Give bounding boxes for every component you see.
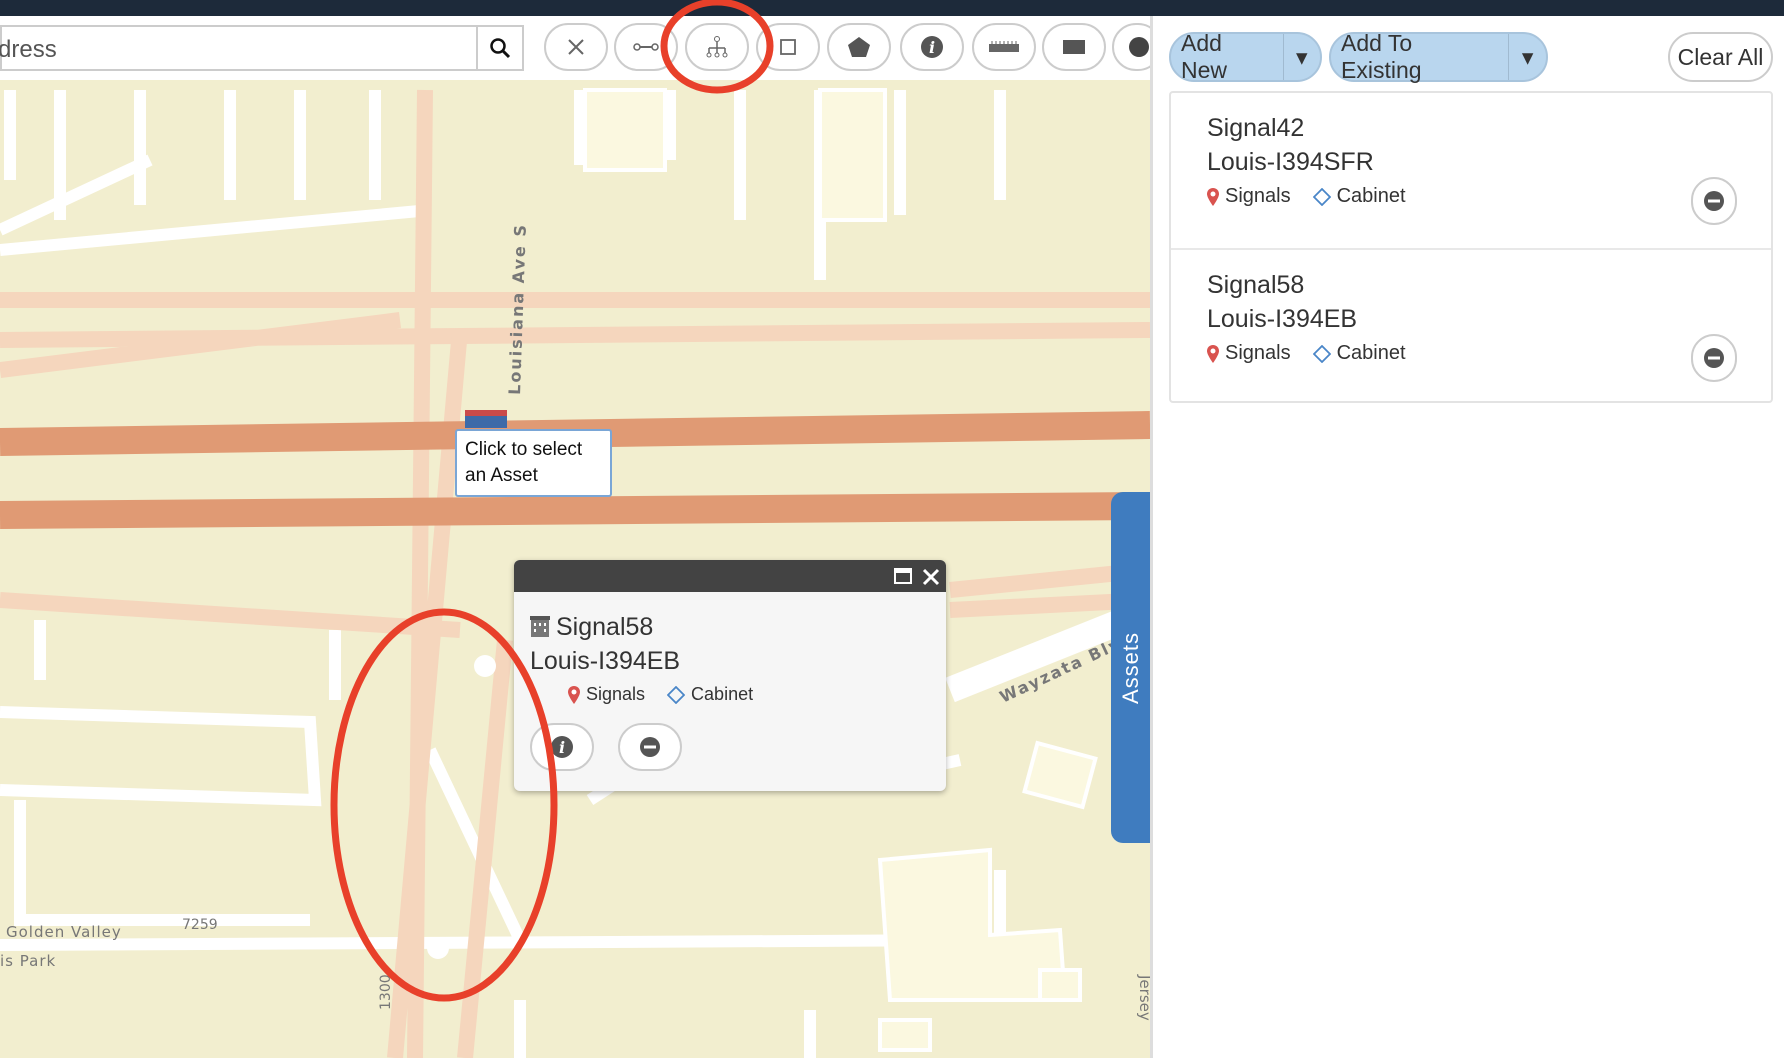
list-item[interactable]: Signal42 Louis-I394SFR Signals Cabinet: [1171, 93, 1771, 248]
remove-asset-button[interactable]: [618, 723, 682, 771]
clear-all-button[interactable]: Clear All: [1668, 32, 1773, 82]
tag-icon: [1312, 344, 1331, 363]
asset-name: Signal58: [1207, 271, 1305, 299]
minus-circle-icon: [1704, 191, 1724, 211]
popup-header: [514, 560, 946, 592]
network-tree-icon: [706, 36, 728, 58]
asset-layer: Signals: [1225, 342, 1291, 364]
asset-name: Signal42: [1207, 114, 1305, 142]
network-trace-tool-button[interactable]: [685, 23, 749, 71]
info-icon: i: [921, 36, 943, 58]
address-search-input[interactable]: dress: [0, 25, 478, 71]
popup-asset-location: Louis-I394EB: [530, 647, 681, 675]
asset-info-button[interactable]: i: [530, 723, 594, 771]
search-icon: [490, 38, 511, 59]
asset-layer: Signals: [1225, 185, 1291, 207]
filled-rectangle-icon: [1063, 40, 1085, 54]
svg-text:i: i: [559, 738, 565, 757]
close-icon[interactable]: [922, 568, 940, 586]
svg-text:i: i: [929, 38, 935, 57]
area-label: is Park: [0, 952, 56, 970]
ruler-icon: [989, 41, 1019, 52]
add-to-existing-split-button[interactable]: Add To Existing ▾: [1329, 30, 1548, 84]
asset-location: Louis-I394EB: [1207, 305, 1358, 333]
circle-icon: [1129, 37, 1149, 57]
fill-rectangle-tool-button[interactable]: [1042, 23, 1106, 71]
address-label: 1300: [378, 974, 394, 1010]
map-pin-icon: [568, 685, 580, 704]
vertex-handle[interactable]: [474, 655, 496, 677]
identify-tool-button[interactable]: i: [900, 23, 964, 71]
rectangle-select-tool-button[interactable]: [756, 23, 820, 71]
tag-icon: [667, 685, 686, 704]
add-new-split-button[interactable]: Add New ▾: [1169, 30, 1322, 84]
polygon-select-tool-button[interactable]: [827, 23, 891, 71]
asset-type: Cabinet: [1336, 342, 1406, 364]
line-connector-icon: [633, 43, 659, 51]
map-pin-icon: [1207, 187, 1219, 206]
remove-asset-button[interactable]: [1691, 177, 1737, 225]
clear-selection-tool-button[interactable]: [544, 23, 608, 71]
remove-asset-button[interactable]: [1691, 334, 1737, 382]
maximize-icon[interactable]: [894, 568, 912, 584]
select-asset-tooltip: Click to select an Asset: [455, 429, 612, 497]
top-bar: [0, 0, 1784, 16]
caret-down-icon[interactable]: ▾: [1508, 34, 1546, 80]
line-tool-button[interactable]: [614, 23, 678, 71]
popup-layer: Signals: [586, 684, 646, 704]
info-icon: i: [551, 736, 573, 758]
measure-tool-button[interactable]: [972, 23, 1036, 71]
map-pin-icon: [1207, 344, 1219, 363]
popup-asset-name: Signal58: [556, 613, 654, 641]
minus-circle-icon: [640, 737, 660, 757]
asset-list: Signal42 Louis-I394SFR Signals Cabinet Si…: [1169, 91, 1773, 403]
add-new-button[interactable]: Add New: [1171, 30, 1283, 84]
street-label: Jersey: [1136, 974, 1150, 1021]
building-icon: [530, 616, 550, 637]
area-label: Golden Valley: [6, 923, 122, 941]
caret-down-icon[interactable]: ▾: [1282, 34, 1320, 80]
tag-icon: [1312, 187, 1331, 206]
search-button[interactable]: [478, 25, 524, 71]
assets-panel-tab[interactable]: Assets: [1111, 492, 1151, 843]
rectangle-icon: [780, 39, 796, 55]
map-canvas[interactable]: Louisiana Ave S Wayzata Blv Golden Valle…: [0, 16, 1150, 1058]
asset-location: Louis-I394SFR: [1207, 148, 1374, 176]
close-icon: [568, 39, 584, 55]
address-label: 7259: [182, 917, 218, 933]
add-to-existing-button[interactable]: Add To Existing: [1331, 30, 1508, 84]
popup-type: Cabinet: [691, 684, 754, 704]
asset-type: Cabinet: [1336, 185, 1406, 207]
pentagon-icon: [848, 37, 870, 57]
minus-circle-icon: [1704, 348, 1724, 368]
vertex-handle[interactable]: [427, 937, 449, 959]
list-item[interactable]: Signal58 Louis-I394EB Signals Cabinet: [1171, 248, 1771, 403]
asset-popup: Signal58 Louis-I394EB Signals Cabinet i: [514, 560, 946, 791]
